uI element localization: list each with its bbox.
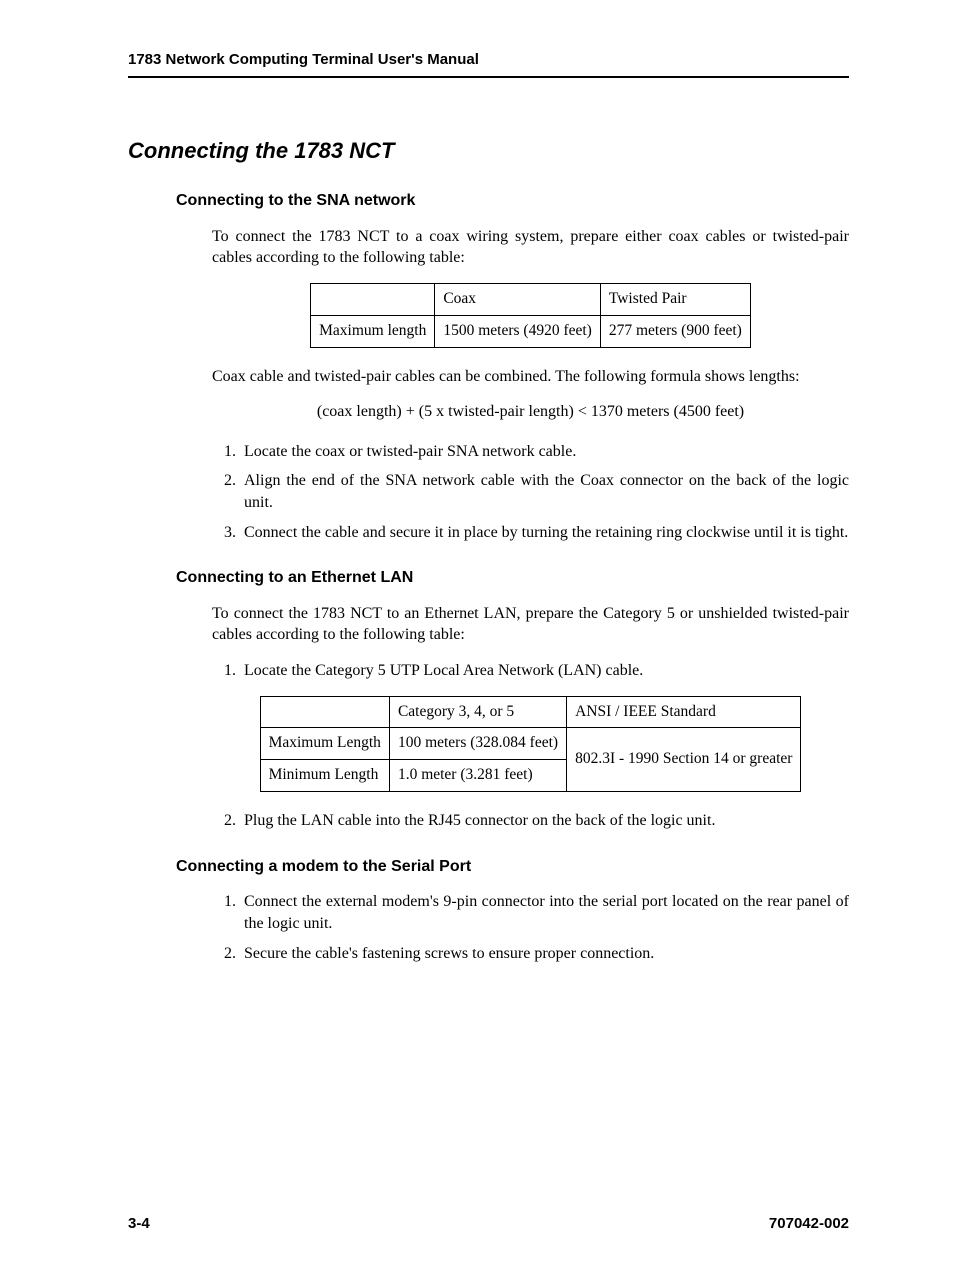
cell: Minimum Length [260,760,389,792]
doc-number: 707042-002 [769,1214,849,1234]
cell: 802.3I - 1990 Section 14 or greater [567,728,801,792]
cell: 1.0 meter (3.281 feet) [389,760,566,792]
cell: Twisted Pair [600,283,750,315]
sna-table: Coax Twisted Pair Maximum length 1500 me… [310,283,751,348]
sna-combined-text: Coax cable and twisted-pair cables can b… [212,366,849,388]
cell: Category 3, 4, or 5 [389,696,566,728]
running-title-text: 1783 Network Computing Terminal User's M… [128,51,479,68]
cell: 100 meters (328.084 feet) [389,728,566,760]
cell: ANSI / IEEE Standard [567,696,801,728]
cell [311,283,435,315]
table-row: Maximum length 1500 meters (4920 feet) 2… [311,315,751,347]
list-item: Secure the cable's fastening screws to e… [240,943,849,965]
lan-body: To connect the 1783 NCT to an Ethernet L… [212,603,849,832]
modem-body: Connect the external modem's 9-pin conne… [212,891,849,964]
sna-formula: (coax length) + (5 x twisted-pair length… [212,401,849,423]
list-item: Connect the external modem's 9-pin conne… [240,891,849,934]
list-item: Locate the coax or twisted-pair SNA netw… [240,441,849,463]
lan-intro: To connect the 1783 NCT to an Ethernet L… [212,603,849,646]
cell: 1500 meters (4920 feet) [435,315,601,347]
cell: Maximum length [311,315,435,347]
list-item: Connect the cable and secure it in place… [240,522,849,544]
subsection-heading-lan: Connecting to an Ethernet LAN [176,567,849,589]
modem-steps: Connect the external modem's 9-pin conne… [212,891,849,964]
sna-intro: To connect the 1783 NCT to a coax wiring… [212,226,849,269]
cell: Maximum Length [260,728,389,760]
list-item: Plug the LAN cable into the RJ45 connect… [240,810,849,832]
table-row: Category 3, 4, or 5 ANSI / IEEE Standard [260,696,801,728]
subsection-heading-modem: Connecting a modem to the Serial Port [176,856,849,878]
sna-steps: Locate the coax or twisted-pair SNA netw… [212,441,849,543]
cell [260,696,389,728]
lan-steps-1: Locate the Category 5 UTP Local Area Net… [212,660,849,682]
page-number: 3-4 [128,1214,150,1234]
page-footer: 3-4 707042-002 [128,1214,849,1234]
cell: 277 meters (900 feet) [600,315,750,347]
table-row: Maximum Length 100 meters (328.084 feet)… [260,728,801,760]
list-item: Align the end of the SNA network cable w… [240,470,849,513]
cell: Coax [435,283,601,315]
list-item: Locate the Category 5 UTP Local Area Net… [240,660,849,682]
subsection-heading-sna: Connecting to the SNA network [176,190,849,212]
table-row: Coax Twisted Pair [311,283,751,315]
lan-steps-2: Plug the LAN cable into the RJ45 connect… [212,810,849,832]
section-title: Connecting the 1783 NCT [128,136,849,166]
lan-table: Category 3, 4, or 5 ANSI / IEEE Standard… [260,696,802,793]
sna-body: To connect the 1783 NCT to a coax wiring… [212,226,849,544]
running-header: 1783 Network Computing Terminal User's M… [128,50,849,78]
